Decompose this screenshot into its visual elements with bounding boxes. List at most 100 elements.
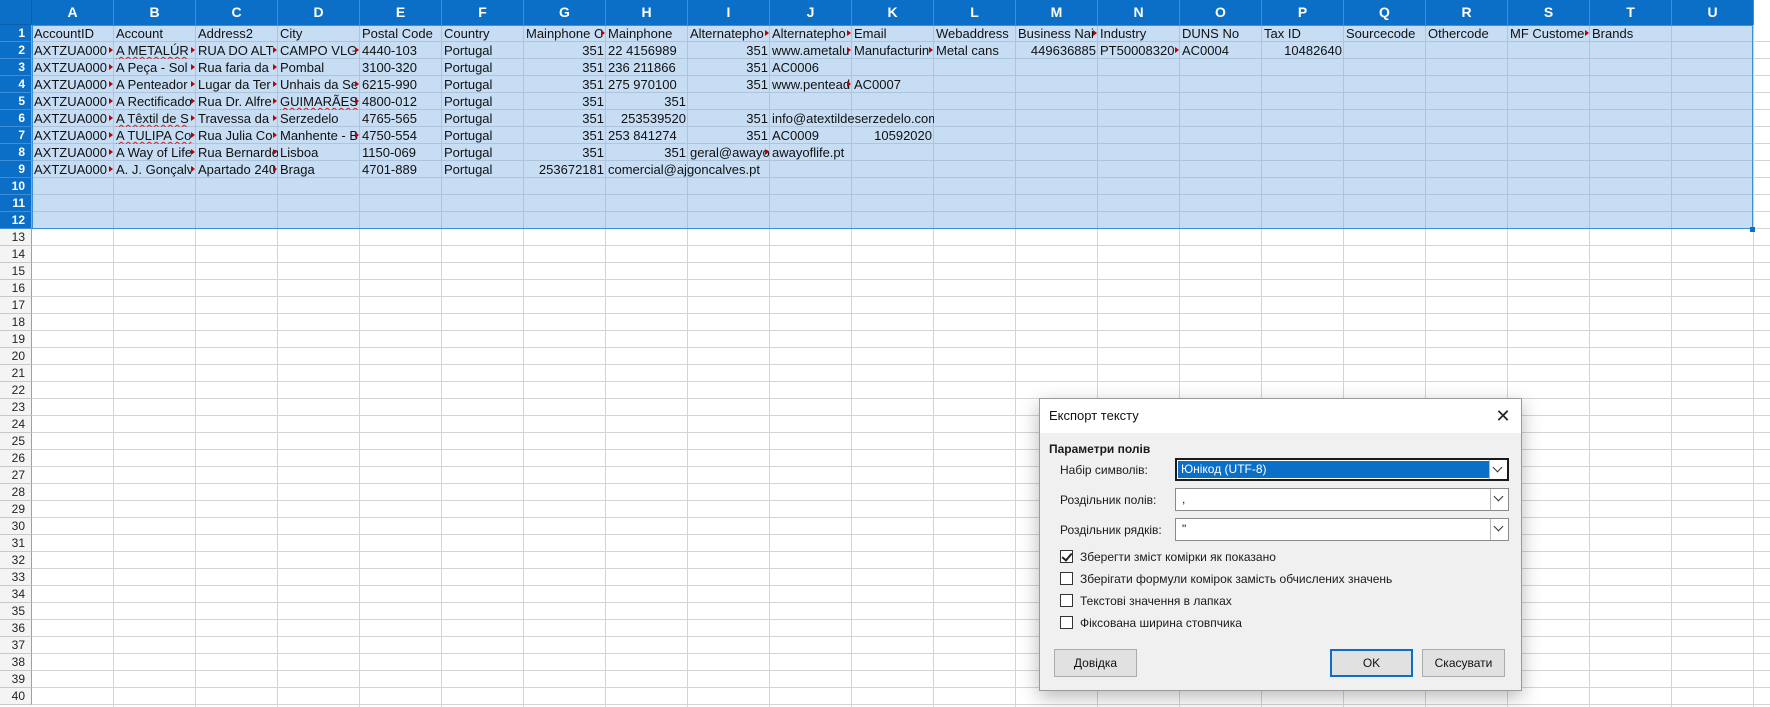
- column-title-cell[interactable]: Alternatepho: [688, 25, 770, 42]
- row-header-2[interactable]: 2: [0, 42, 32, 59]
- row-header-25[interactable]: 25: [0, 433, 32, 450]
- column-title-cell[interactable]: City: [278, 25, 360, 42]
- table-cell[interactable]: Portugal: [442, 59, 524, 76]
- quote-text-checkbox[interactable]: [1060, 594, 1073, 607]
- row-header-26[interactable]: 26: [0, 450, 32, 467]
- column-title-cell[interactable]: Tax ID: [1262, 25, 1344, 42]
- table-cell[interactable]: Portugal: [442, 76, 524, 93]
- table-cell[interactable]: 1150-069: [360, 144, 442, 161]
- table-cell[interactable]: Lugar da Ter: [196, 76, 278, 93]
- row-header-14[interactable]: 14: [0, 246, 32, 263]
- table-cell[interactable]: 4765-565: [360, 110, 442, 127]
- table-cell[interactable]: 22 4156989: [606, 42, 688, 59]
- column-header-h[interactable]: H: [606, 0, 688, 25]
- table-cell[interactable]: 351: [688, 42, 770, 59]
- column-title-cell[interactable]: AccountID: [32, 25, 114, 42]
- column-header-p[interactable]: P: [1262, 0, 1344, 25]
- save-as-shown-checkbox[interactable]: [1060, 550, 1073, 563]
- close-icon[interactable]: ✕: [1491, 404, 1515, 428]
- table-cell[interactable]: A TULIPA Co: [114, 127, 196, 144]
- table-cell[interactable]: Portugal: [442, 144, 524, 161]
- table-cell[interactable]: 253539520: [606, 110, 688, 127]
- select-all-corner[interactable]: [0, 0, 32, 25]
- cancel-button[interactable]: Скасувати: [1422, 649, 1505, 677]
- row-header-28[interactable]: 28: [0, 484, 32, 501]
- column-title-cell[interactable]: Postal Code: [360, 25, 442, 42]
- column-title-cell[interactable]: Industry: [1098, 25, 1180, 42]
- row-header-3[interactable]: 3: [0, 59, 32, 76]
- table-cell[interactable]: www.ametalu: [770, 42, 852, 59]
- table-cell[interactable]: 351: [688, 59, 770, 76]
- column-header-b[interactable]: B: [114, 0, 196, 25]
- column-title-cell[interactable]: DUNS No: [1180, 25, 1262, 42]
- table-cell[interactable]: 449636885: [1016, 42, 1098, 59]
- row-header-21[interactable]: 21: [0, 365, 32, 382]
- table-cell[interactable]: Manufacturin: [852, 42, 934, 59]
- row-header-37[interactable]: 37: [0, 637, 32, 654]
- row-header-4[interactable]: 4: [0, 76, 32, 93]
- table-cell[interactable]: RUA DO ALT: [196, 42, 278, 59]
- table-cell[interactable]: 351: [524, 42, 606, 59]
- column-title-cell[interactable]: Mainphone: [606, 25, 688, 42]
- row-header-34[interactable]: 34: [0, 586, 32, 603]
- table-cell[interactable]: AXTZUA000: [32, 110, 114, 127]
- column-title-cell[interactable]: MF Custome: [1508, 25, 1590, 42]
- table-cell[interactable]: AXTZUA000: [32, 59, 114, 76]
- row-header-15[interactable]: 15: [0, 263, 32, 280]
- table-cell[interactable]: Apartado 240: [196, 161, 278, 178]
- table-cell[interactable]: AC0006: [770, 59, 852, 76]
- table-cell[interactable]: 10592020: [852, 127, 934, 144]
- table-cell[interactable]: Lisboa: [278, 144, 360, 161]
- column-header-o[interactable]: O: [1180, 0, 1262, 25]
- table-cell[interactable]: Rua Julia Co: [196, 127, 278, 144]
- autofill-handle[interactable]: [1750, 227, 1755, 232]
- row-header-12[interactable]: 12: [0, 212, 32, 229]
- row-header-18[interactable]: 18: [0, 314, 32, 331]
- table-cell[interactable]: AC0004: [1180, 42, 1262, 59]
- row-header-7[interactable]: 7: [0, 127, 32, 144]
- table-cell[interactable]: AXTZUA000: [32, 144, 114, 161]
- column-header-a[interactable]: A: [32, 0, 114, 25]
- table-cell[interactable]: Portugal: [442, 42, 524, 59]
- column-header-u[interactable]: U: [1672, 0, 1754, 25]
- row-header-13[interactable]: 13: [0, 229, 32, 246]
- fixed-width-checkbox[interactable]: [1060, 616, 1073, 629]
- table-cell[interactable]: www.pentead: [770, 76, 852, 93]
- table-cell[interactable]: Serzedelo: [278, 110, 360, 127]
- table-cell[interactable]: 10482640: [1262, 42, 1344, 59]
- column-title-cell[interactable]: Account: [114, 25, 196, 42]
- row-header-35[interactable]: 35: [0, 603, 32, 620]
- table-cell[interactable]: Portugal: [442, 110, 524, 127]
- table-cell[interactable]: 4800-012: [360, 93, 442, 110]
- table-cell[interactable]: 4750-554: [360, 127, 442, 144]
- table-cell[interactable]: AC0007: [852, 76, 934, 93]
- table-cell[interactable]: A Rectificado: [114, 93, 196, 110]
- table-cell[interactable]: 351: [524, 127, 606, 144]
- row-header-6[interactable]: 6: [0, 110, 32, 127]
- charset-dropdown-button[interactable]: [1489, 460, 1507, 479]
- row-header-17[interactable]: 17: [0, 297, 32, 314]
- string-separator-dropdown-button[interactable]: [1490, 519, 1508, 540]
- table-cell[interactable]: 236 211866: [606, 59, 688, 76]
- column-header-k[interactable]: K: [852, 0, 934, 25]
- save-formulas-checkbox[interactable]: [1060, 572, 1073, 585]
- row-header-40[interactable]: 40: [0, 688, 32, 705]
- column-header-l[interactable]: L: [934, 0, 1016, 25]
- table-cell[interactable]: Rua faria da: [196, 59, 278, 76]
- row-header-5[interactable]: 5: [0, 93, 32, 110]
- row-header-24[interactable]: 24: [0, 416, 32, 433]
- table-cell[interactable]: Metal cans: [934, 42, 1016, 59]
- table-cell[interactable]: 3100-320: [360, 59, 442, 76]
- ok-button[interactable]: OK: [1330, 649, 1413, 677]
- table-cell[interactable]: 253 841274: [606, 127, 688, 144]
- table-cell[interactable]: Pombal: [278, 59, 360, 76]
- row-header-30[interactable]: 30: [0, 518, 32, 535]
- row-header-9[interactable]: 9: [0, 161, 32, 178]
- row-header-32[interactable]: 32: [0, 552, 32, 569]
- table-cell[interactable]: 351: [524, 59, 606, 76]
- row-header-19[interactable]: 19: [0, 331, 32, 348]
- row-header-38[interactable]: 38: [0, 654, 32, 671]
- table-cell[interactable]: Rua Dr. Alfre: [196, 93, 278, 110]
- row-header-23[interactable]: 23: [0, 399, 32, 416]
- column-title-cell[interactable]: Brands: [1590, 25, 1672, 42]
